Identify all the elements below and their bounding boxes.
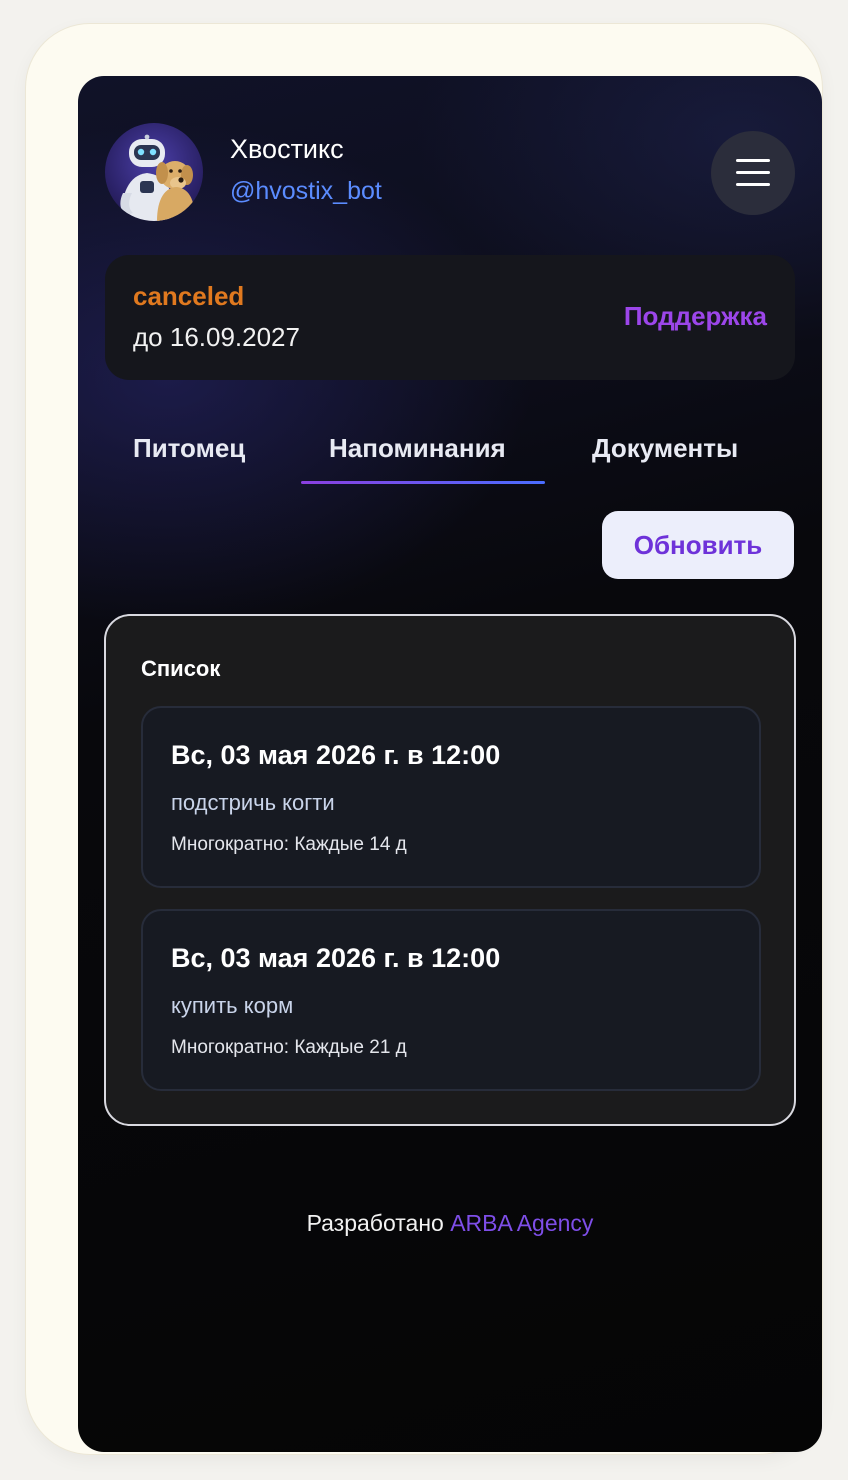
reminders-list-panel: Список Вс, 03 мая 2026 г. в 12:00 подстр… bbox=[104, 614, 796, 1126]
bot-handle-link[interactable]: @hvostix_bot bbox=[230, 177, 382, 206]
menu-button[interactable] bbox=[711, 131, 795, 215]
reminder-repeat: Многократно: Каждые 21 д bbox=[171, 1037, 407, 1058]
support-link[interactable]: Поддержка bbox=[624, 301, 767, 332]
subscription-card: canceled до 16.09.2027 Поддержка bbox=[105, 255, 795, 380]
app-screen: Хвостикс @hvostix_bot canceled до 16.09.… bbox=[78, 76, 822, 1452]
hamburger-menu-icon bbox=[736, 159, 770, 162]
active-tab-indicator bbox=[301, 481, 545, 484]
phone-frame: Хвостикс @hvostix_bot canceled до 16.09.… bbox=[26, 24, 822, 1454]
hamburger-menu-icon bbox=[736, 171, 770, 174]
bot-name: Хвостикс bbox=[230, 134, 344, 164]
subscription-expiry: до 16.09.2027 bbox=[133, 322, 300, 352]
reminder-date: Вс, 03 мая 2026 г. в 12:00 bbox=[171, 943, 501, 973]
footer-prefix: Разработано bbox=[306, 1210, 444, 1236]
reminder-card[interactable]: Вс, 03 мая 2026 г. в 12:00 купить корм М… bbox=[141, 909, 761, 1091]
tab-reminders[interactable]: Напоминания bbox=[329, 433, 506, 464]
reminder-date: Вс, 03 мая 2026 г. в 12:00 bbox=[171, 740, 501, 770]
hamburger-menu-icon bbox=[736, 183, 770, 186]
refresh-button[interactable]: Обновить bbox=[602, 511, 794, 579]
tab-documents[interactable]: Документы bbox=[592, 433, 738, 464]
reminder-text: купить корм bbox=[171, 993, 294, 1018]
subscription-status: canceled bbox=[133, 281, 245, 311]
footer-agency-link[interactable]: ARBA Agency bbox=[450, 1210, 593, 1236]
footer: Разработано ARBA Agency bbox=[78, 1210, 822, 1237]
reminder-card[interactable]: Вс, 03 мая 2026 г. в 12:00 подстричь ког… bbox=[141, 706, 761, 888]
robot-with-dog-icon bbox=[105, 123, 203, 221]
reminder-text: подстричь когти bbox=[171, 790, 335, 815]
reminder-repeat: Многократно: Каждые 14 д bbox=[171, 834, 407, 855]
tab-pet[interactable]: Питомец bbox=[133, 433, 245, 464]
list-title: Список bbox=[141, 656, 221, 681]
